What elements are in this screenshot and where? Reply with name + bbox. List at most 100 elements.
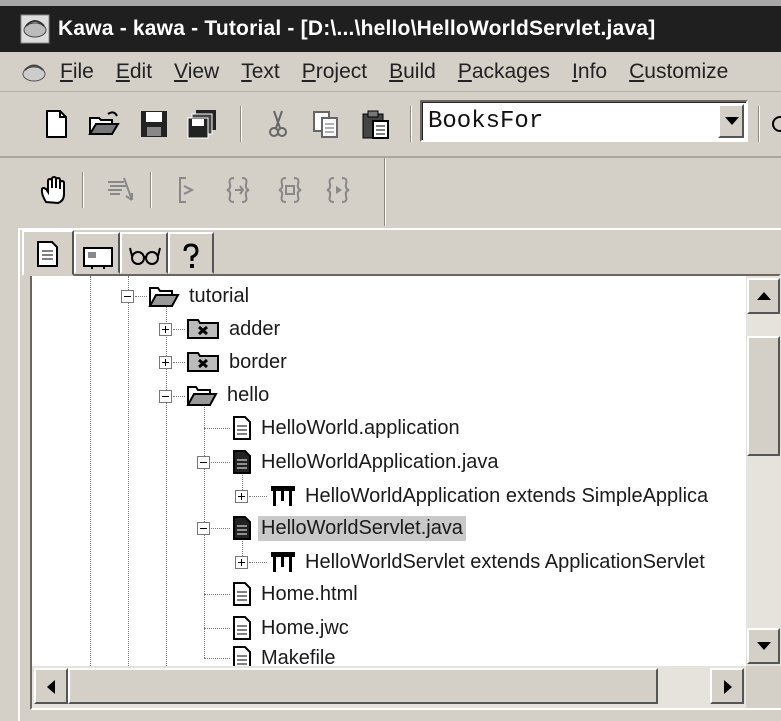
run-to-cursor-icon[interactable] bbox=[274, 174, 306, 206]
menu-edit[interactable]: Edit bbox=[116, 60, 152, 84]
tree-node-hello[interactable]: hello bbox=[186, 380, 272, 410]
menu-bar: File Edit View Text Project Build Packag… bbox=[0, 52, 781, 92]
tree-node-helloworldservlet-java[interactable]: HelloWorldServlet.java bbox=[232, 513, 466, 543]
file-list-icon bbox=[37, 241, 58, 267]
tree-node-label: HelloWorldApplication extends SimpleAppl… bbox=[305, 484, 709, 507]
tree-guide bbox=[204, 628, 230, 629]
toolbar-separator bbox=[82, 172, 84, 208]
tree-node-helloworld-application[interactable]: HelloWorld.application bbox=[232, 413, 463, 443]
tree-node-label: Home.html bbox=[261, 582, 358, 605]
tree-guide bbox=[173, 396, 185, 397]
toolbar-separator bbox=[410, 106, 412, 142]
combo-value: BooksFor bbox=[428, 108, 544, 135]
tree-guide bbox=[173, 362, 185, 363]
kawa-app-icon[interactable] bbox=[20, 14, 50, 44]
step-over-icon[interactable] bbox=[172, 174, 204, 206]
cut-icon[interactable] bbox=[262, 108, 294, 140]
menu-build[interactable]: Build bbox=[389, 60, 436, 84]
tree-node-label: Makefile bbox=[261, 646, 336, 667]
new-file-icon[interactable] bbox=[40, 108, 72, 140]
copy-icon[interactable] bbox=[310, 108, 342, 140]
menu-project[interactable]: Project bbox=[302, 60, 367, 84]
class-selector-combo[interactable]: BooksFor bbox=[420, 100, 748, 142]
scroll-down-button[interactable] bbox=[747, 628, 780, 664]
tree-guide bbox=[249, 562, 267, 563]
package-folder-icon bbox=[187, 352, 219, 372]
classes-icon bbox=[83, 247, 113, 269]
expand-toggle[interactable] bbox=[235, 490, 248, 503]
document-window-icon[interactable] bbox=[20, 58, 48, 86]
tree-node-home-jwc[interactable]: Home.jwc bbox=[232, 613, 352, 643]
tree-node-label: tutorial bbox=[189, 284, 250, 307]
menu-file[interactable]: File bbox=[60, 60, 94, 84]
tree-guide bbox=[128, 276, 129, 666]
vertical-scrollbar[interactable] bbox=[746, 276, 781, 666]
tree-node-label: HelloWorld.application bbox=[261, 416, 460, 439]
tree-node-label: border bbox=[229, 350, 287, 373]
menu-info[interactable]: Info bbox=[572, 60, 607, 84]
collapse-toggle[interactable] bbox=[159, 390, 172, 403]
java-file-icon bbox=[233, 450, 251, 474]
collapse-toggle[interactable] bbox=[121, 290, 134, 303]
class-icon bbox=[271, 552, 295, 572]
horizontal-scroll-thumb[interactable] bbox=[68, 668, 658, 704]
expand-toggle[interactable] bbox=[159, 356, 172, 369]
class-icon bbox=[271, 486, 295, 506]
tab-help[interactable] bbox=[168, 232, 214, 274]
hand-stop-icon[interactable] bbox=[38, 174, 70, 206]
project-tree-frame: tutorial adder border hello HelloWorld.a… bbox=[30, 274, 781, 710]
scroll-right-button[interactable] bbox=[710, 668, 744, 704]
java-file-icon bbox=[233, 516, 251, 540]
scroll-up-button[interactable] bbox=[747, 278, 780, 314]
tree-node-helloworldapplication-class[interactable]: HelloWorldApplication extends SimpleAppl… bbox=[270, 481, 711, 511]
open-folder-icon bbox=[186, 386, 218, 406]
tab-classes[interactable] bbox=[74, 232, 120, 274]
open-folder-icon bbox=[148, 287, 180, 307]
window-title: Kawa - kawa - Tutorial - [D:\...\hello\H… bbox=[58, 17, 656, 40]
save-icon[interactable] bbox=[138, 108, 170, 140]
scroll-left-button[interactable] bbox=[34, 668, 68, 704]
step-out-icon[interactable] bbox=[222, 174, 254, 206]
combo-dropdown-button[interactable] bbox=[718, 104, 744, 138]
vertical-scroll-thumb[interactable] bbox=[747, 336, 780, 456]
tree-node-tutorial[interactable]: tutorial bbox=[148, 281, 252, 311]
menu-view[interactable]: View bbox=[174, 60, 219, 84]
debug-toolbar bbox=[0, 158, 781, 226]
tree-guide bbox=[249, 496, 267, 497]
step-into-icon[interactable] bbox=[104, 174, 136, 206]
collapse-toggle[interactable] bbox=[197, 456, 210, 469]
chevron-down-icon bbox=[757, 642, 771, 650]
tree-node-helloworldservlet-class[interactable]: HelloWorldServlet extends ApplicationSer… bbox=[270, 547, 708, 577]
tree-guide bbox=[204, 594, 230, 595]
expand-toggle[interactable] bbox=[235, 556, 248, 569]
chevron-down-icon bbox=[725, 117, 739, 125]
tree-guide bbox=[211, 528, 230, 529]
tab-watch[interactable] bbox=[120, 232, 168, 274]
tree-node-adder[interactable]: adder bbox=[186, 314, 283, 344]
tree-node-label: adder bbox=[229, 317, 281, 340]
resume-icon[interactable] bbox=[322, 174, 354, 206]
help-icon bbox=[183, 243, 199, 268]
tree-node-makefile[interactable]: Makefile bbox=[232, 643, 338, 666]
collapse-toggle[interactable] bbox=[197, 522, 210, 535]
expand-toggle[interactable] bbox=[159, 323, 172, 336]
tree-node-home-html[interactable]: Home.html bbox=[232, 579, 361, 609]
menu-text[interactable]: Text bbox=[241, 60, 280, 84]
tree-node-label: HelloWorldServlet extends ApplicationSer… bbox=[305, 550, 705, 573]
tree-node-border[interactable]: border bbox=[186, 347, 290, 377]
tab-files[interactable] bbox=[22, 230, 74, 276]
find-icon[interactable] bbox=[768, 108, 781, 140]
tree-node-label: HelloWorldApplication.java bbox=[261, 450, 499, 473]
paste-icon[interactable] bbox=[360, 108, 392, 140]
open-folder-icon[interactable] bbox=[88, 108, 120, 140]
horizontal-scrollbar[interactable] bbox=[32, 666, 746, 708]
menu-packages[interactable]: Packages bbox=[458, 60, 550, 84]
project-tree[interactable]: tutorial adder border hello HelloWorld.a… bbox=[32, 276, 746, 666]
tree-guide bbox=[90, 276, 91, 666]
tree-node-helloworldapplication-java[interactable]: HelloWorldApplication.java bbox=[232, 447, 502, 477]
menu-customize[interactable]: Customize bbox=[629, 60, 728, 84]
save-all-icon[interactable] bbox=[186, 108, 218, 140]
tree-node-label: Home.jwc bbox=[261, 616, 349, 639]
title-bar[interactable]: Kawa - kawa - Tutorial - [D:\...\hello\H… bbox=[0, 0, 781, 52]
toolbar-separator bbox=[758, 106, 760, 142]
